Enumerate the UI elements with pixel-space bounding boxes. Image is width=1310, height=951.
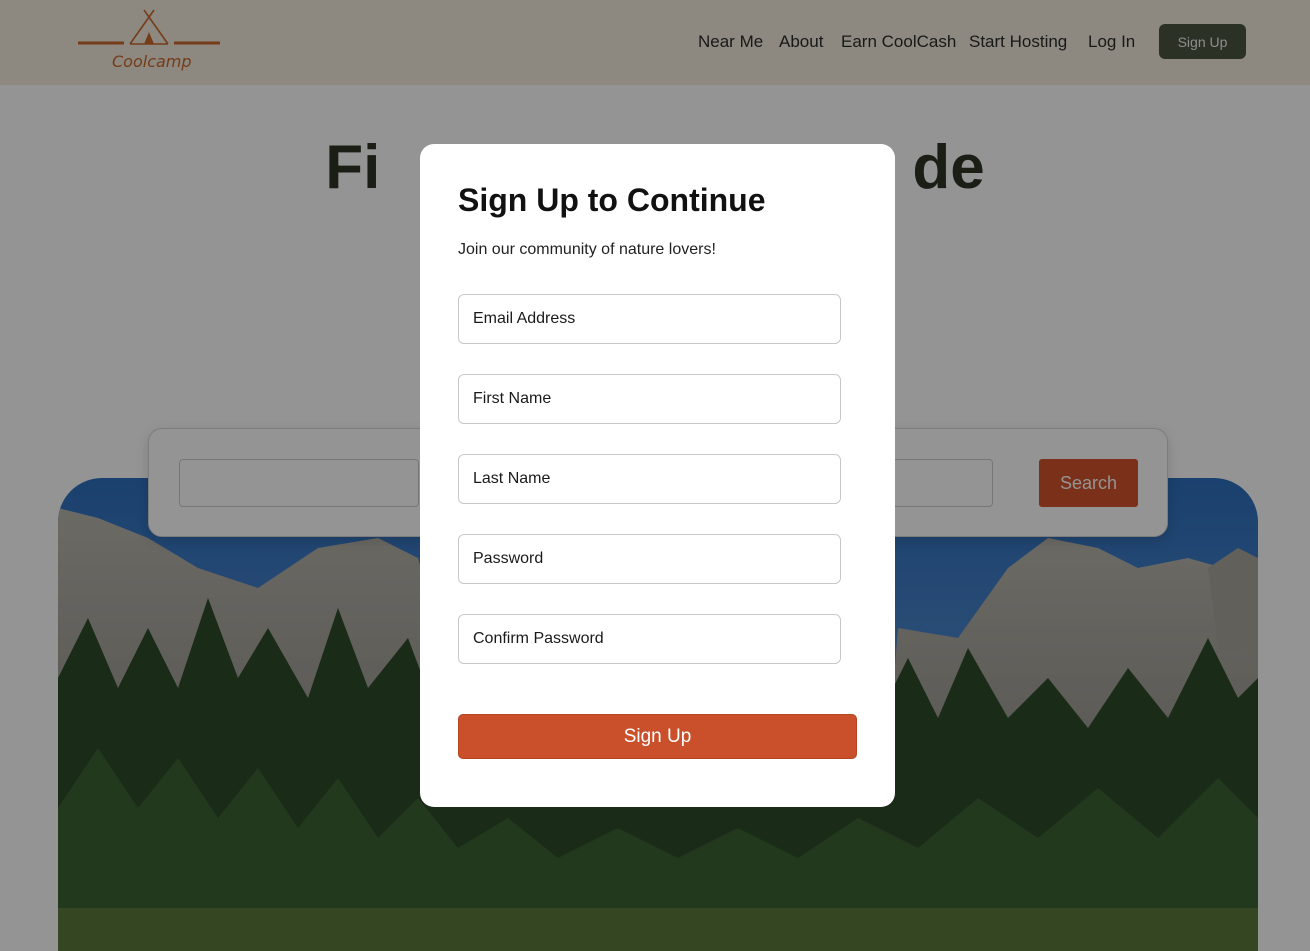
email-field[interactable] [458, 294, 841, 344]
password-field[interactable] [458, 534, 841, 584]
confirm-password-field[interactable] [458, 614, 841, 664]
modal-title: Sign Up to Continue [458, 182, 766, 218]
first-name-field[interactable] [458, 374, 841, 424]
last-name-field[interactable] [458, 454, 841, 504]
signup-modal: Sign Up to Continue Join our community o… [420, 144, 895, 807]
modal-subtitle: Join our community of nature lovers! [458, 241, 716, 258]
signup-submit-button[interactable]: Sign Up [458, 714, 857, 759]
